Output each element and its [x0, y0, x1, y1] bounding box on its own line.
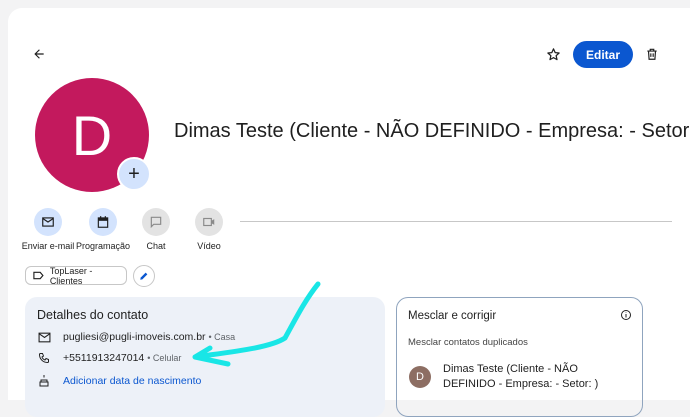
annotation-arrow [192, 281, 321, 367]
